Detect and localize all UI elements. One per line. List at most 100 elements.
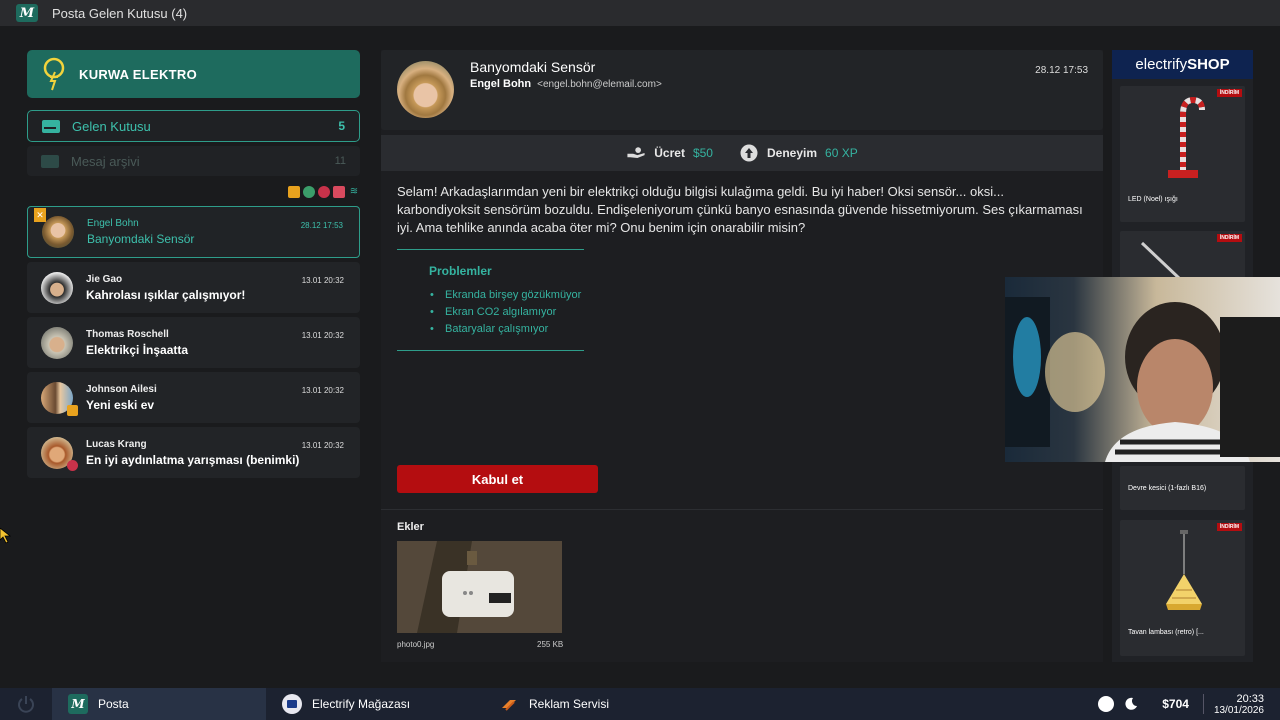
webcam-overlay bbox=[1005, 277, 1280, 462]
avatar bbox=[41, 271, 73, 304]
problem-item: Bataryalar çalışmıyor bbox=[430, 321, 584, 338]
taskbar-label: Posta bbox=[98, 697, 129, 711]
shop-product[interactable]: İNDİRİM LED (Noel) ışığı bbox=[1120, 86, 1245, 222]
fee-reward: Ücret $50 bbox=[626, 144, 713, 162]
folder-count: 11 bbox=[334, 155, 346, 167]
clock-date: 13/01/2026 bbox=[1213, 704, 1264, 716]
window-titlebar: M Posta Gelen Kutusu (4) bbox=[0, 0, 1280, 26]
problems-title: Problemler bbox=[429, 264, 492, 278]
xp-label: Deneyim bbox=[766, 146, 818, 160]
mail-item[interactable]: Engel Bohn Banyomdaki Sensör 28.12 17:53… bbox=[27, 206, 360, 258]
message-view: Banyomdaki Sensör Engel Bohn <engel.bohn@… bbox=[381, 50, 1103, 662]
message-header: Banyomdaki Sensör Engel Bohn <engel.bohn@… bbox=[381, 50, 1103, 130]
folder-inbox[interactable]: Gelen Kutusu 5 bbox=[27, 110, 360, 142]
product-name: LED (Noel) ışığı bbox=[1128, 196, 1178, 203]
theme-toggle[interactable] bbox=[1098, 696, 1115, 712]
sale-badge: İNDİRİM bbox=[1216, 89, 1242, 97]
mail-item[interactable]: Jie Gao Kahrolası ışıklar çalışmıyor! 13… bbox=[27, 262, 360, 313]
house-filter-icon[interactable] bbox=[288, 186, 300, 198]
problems-box: Problemler Ekranda birşey gözükmüyor Ekr… bbox=[397, 249, 584, 351]
message-subject: Banyomdaki Sensör bbox=[470, 59, 596, 75]
attachment-filename: photo0.jpg bbox=[397, 640, 435, 649]
folder-label: Mesaj arşivi bbox=[71, 153, 140, 169]
message-body: Selam! Arkadaşlarımdan yeni bir elektrik… bbox=[397, 184, 1083, 235]
accept-button[interactable]: Kabul et bbox=[397, 465, 598, 493]
shop-brand-bold: SHOP bbox=[1187, 56, 1230, 73]
sender-avatar bbox=[397, 61, 454, 118]
taskbar-ads[interactable]: Reklam Servisi bbox=[483, 688, 609, 720]
xp-value: 60 XP bbox=[825, 146, 858, 160]
avatar bbox=[42, 216, 74, 248]
fee-value: $50 bbox=[692, 146, 713, 160]
envelope-icon bbox=[42, 119, 60, 133]
shop-brand-light: electrify bbox=[1135, 56, 1188, 73]
money-hand-icon bbox=[626, 144, 646, 162]
problem-list: Ekranda birşey gözükmüyor Ekran CO2 algı… bbox=[429, 287, 584, 338]
reward-bar: Ücret $50 Deneyim 60 XP bbox=[381, 135, 1103, 171]
divider bbox=[1202, 694, 1204, 714]
folder-label: Gelen Kutusu bbox=[72, 118, 151, 134]
mail-sidebar: KURWA ELEKTRO Gelen Kutusu 5 Mesaj arşiv… bbox=[27, 50, 360, 482]
light-tube-icon bbox=[1140, 241, 1182, 281]
product-name: Devre kesici (1-fazlı B16) bbox=[1128, 485, 1207, 492]
fee-label: Ücret bbox=[654, 146, 685, 160]
gear-filter-icon[interactable] bbox=[303, 186, 315, 198]
house-badge-icon bbox=[67, 405, 78, 416]
sender-email: <engel.bohn@elemail.com> bbox=[537, 79, 662, 90]
filter-toolbar: ≋ bbox=[27, 186, 360, 200]
sender-name: Engel Bohn bbox=[470, 78, 532, 90]
system-tray: $704 20:33 13/01/2026 bbox=[1098, 688, 1280, 720]
mail-item[interactable]: Lucas Krang En iyi aydınlatma yarışması … bbox=[27, 427, 360, 478]
taskbar: M Posta Electrify Mağazası Reklam Servis… bbox=[0, 688, 1280, 720]
window-title: Posta Gelen Kutusu (4) bbox=[52, 5, 188, 21]
mail-app-icon: M bbox=[68, 694, 88, 714]
moon-icon bbox=[1125, 697, 1138, 710]
wifi-filter-icon[interactable]: ≋ bbox=[348, 186, 360, 198]
shop-app-icon bbox=[282, 694, 302, 714]
mail-subject: Kahrolası ışıklar çalışmıyor! bbox=[86, 287, 246, 302]
mail-item[interactable]: Thomas Roschell Elektrikçi İnşaatta 13.0… bbox=[27, 317, 360, 368]
attachment-size: 255 KB bbox=[537, 640, 564, 649]
folder-count: 5 bbox=[338, 119, 345, 133]
taskbar-label: Reklam Servisi bbox=[529, 697, 610, 711]
attachments-label: Ekler bbox=[397, 521, 424, 533]
taskbar-shop[interactable]: Electrify Mağazası bbox=[266, 688, 483, 720]
shop-product[interactable]: İNDİRİM Tavan lambası (retro) [... bbox=[1120, 520, 1245, 656]
mail-subject: Elektrikçi İnşaatta bbox=[86, 342, 189, 357]
problem-item: Ekranda birşey gözükmüyor bbox=[430, 287, 584, 304]
shop-product[interactable]: Devre kesici (1-fazlı B16) bbox=[1120, 466, 1245, 510]
ad-service-icon bbox=[499, 694, 519, 714]
message-time: 28.12 17:53 bbox=[1035, 65, 1088, 76]
clock: 20:33 13/01/2026 bbox=[1214, 693, 1280, 716]
sale-badge: İNDİRİM bbox=[1216, 523, 1242, 531]
company-name: KURWA ELEKTRO bbox=[79, 66, 198, 82]
heart-filter-icon[interactable] bbox=[333, 186, 345, 198]
no-light-filter-icon[interactable] bbox=[318, 186, 330, 198]
avatar bbox=[41, 326, 73, 359]
mail-list: Engel Bohn Banyomdaki Sensör 28.12 17:53… bbox=[27, 206, 360, 478]
xp-reward: Deneyim 60 XP bbox=[739, 144, 858, 162]
mail-item[interactable]: Johnson Ailesi Yeni eski ev 13.01 20:32 bbox=[27, 372, 360, 423]
no-light-badge-icon bbox=[67, 460, 78, 471]
mail-time: 13.01 20:32 bbox=[301, 386, 344, 395]
wrench-badge-icon: ✕ bbox=[34, 208, 46, 222]
folder-archive[interactable]: Mesaj arşivi 11 bbox=[27, 146, 360, 176]
product-name: Tavan lambası (retro) [... bbox=[1128, 629, 1204, 636]
mouse-cursor-icon bbox=[0, 528, 12, 544]
attachment-thumbnail[interactable] bbox=[397, 541, 562, 633]
attachments-section: Ekler photo0.jpg 255 KB bbox=[381, 509, 1103, 662]
taskbar-mail[interactable]: M Posta bbox=[52, 688, 266, 720]
balance: $704 bbox=[1162, 697, 1189, 711]
mail-subject: En iyi aydınlatma yarışması (benimki) bbox=[86, 452, 300, 467]
sale-badge: İNDİRİM bbox=[1216, 234, 1242, 242]
mail-subject: Banyomdaki Sensör bbox=[87, 232, 195, 246]
clock-time: 20:33 bbox=[1236, 692, 1264, 705]
mail-time: 13.01 20:32 bbox=[301, 441, 344, 450]
message-from: Engel Bohn <engel.bohn@elemail.com> bbox=[470, 78, 662, 90]
lightbulb-icon bbox=[39, 56, 69, 92]
power-button[interactable] bbox=[0, 688, 52, 720]
company-banner: KURWA ELEKTRO bbox=[27, 50, 360, 98]
envelope-icon bbox=[41, 154, 59, 168]
power-icon bbox=[18, 696, 34, 713]
shop-header[interactable]: electrify SHOP bbox=[1112, 50, 1253, 79]
